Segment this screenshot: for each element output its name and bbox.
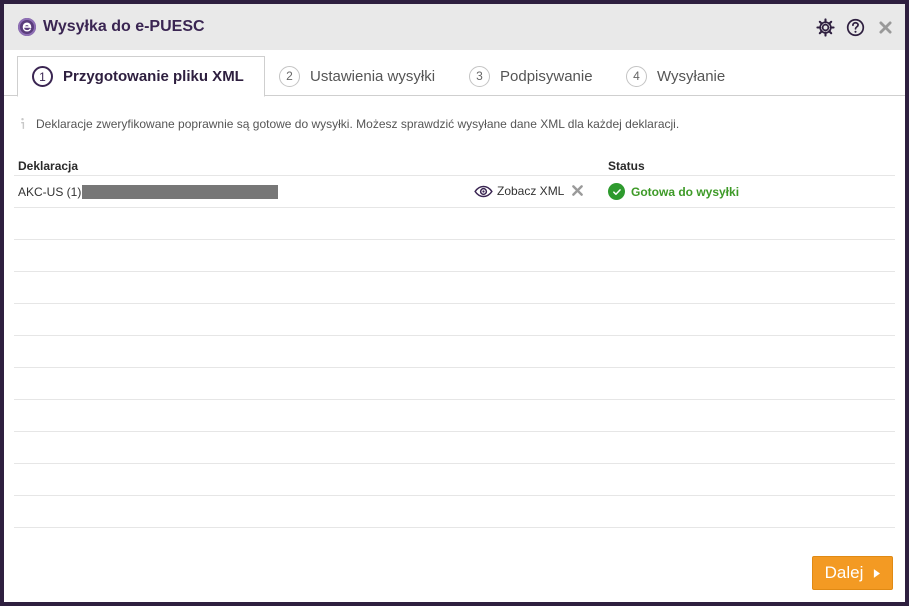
tab-label: Podpisywanie — [500, 67, 593, 85]
status-cell: Gotowa do wysyłki — [608, 183, 739, 200]
empty-row — [14, 304, 895, 336]
step-number: 3 — [469, 65, 490, 87]
step-number: 2 — [279, 65, 300, 87]
step-number: 1 — [32, 66, 53, 87]
empty-row — [14, 336, 895, 368]
column-header-declaration: Deklaracja — [18, 159, 79, 173]
next-button-label: Dalej — [824, 563, 864, 582]
tab-label: Przygotowanie pliku XML — [63, 68, 244, 85]
empty-row — [14, 432, 895, 464]
view-xml-label: Zobacz XML — [497, 184, 565, 198]
declarations-table: Deklaracja Status AKC-US (1) Zobacz XML … — [14, 154, 895, 528]
empty-row — [14, 240, 895, 272]
close-icon[interactable] — [875, 17, 895, 37]
empty-row — [14, 400, 895, 432]
tab-send-settings[interactable]: 2 Ustawienia wysyłki — [279, 56, 435, 96]
declaration-name: AKC-US (1) — [18, 185, 82, 199]
empty-row — [14, 464, 895, 496]
settings-gear-icon[interactable] — [815, 17, 835, 37]
wizard-tabs: 1 Przygotowanie pliku XML 2 Ustawienia w… — [4, 50, 905, 97]
caret-right-icon — [874, 568, 881, 578]
help-icon[interactable] — [845, 17, 865, 37]
tab-label: Ustawienia wysyłki — [310, 67, 436, 85]
tab-signing[interactable]: 3 Podpisywanie — [469, 56, 593, 96]
step-number: 4 — [626, 65, 647, 87]
tab-sending[interactable]: 4 Wysyłanie — [626, 56, 725, 96]
remove-declaration-icon[interactable] — [572, 185, 583, 199]
empty-row — [14, 208, 895, 240]
redacted-text — [82, 185, 279, 199]
info-message: Deklaracje zweryfikowane poprawnie są go… — [18, 116, 679, 132]
tab-xml-preparation[interactable]: 1 Przygotowanie pliku XML — [17, 56, 265, 97]
epuesc-logo-icon — [18, 18, 36, 36]
empty-row — [14, 368, 895, 400]
check-circle-icon — [608, 183, 625, 200]
dialog-window: Wysyłka do e-PUESC 1 Przygotowanie pliku… — [0, 0, 909, 606]
status-text: Gotowa do wysyłki — [631, 184, 740, 199]
tab-label: Wysyłanie — [657, 67, 726, 85]
next-button[interactable]: Dalej — [812, 556, 893, 590]
info-icon — [18, 116, 26, 132]
table-header: Deklaracja Status — [14, 154, 895, 176]
eye-icon — [474, 185, 493, 197]
titlebar: Wysyłka do e-PUESC — [4, 4, 905, 50]
dialog-title: Wysyłka do e-PUESC — [43, 18, 205, 35]
view-xml-link[interactable]: Zobacz XML — [474, 184, 564, 198]
table-row[interactable]: AKC-US (1) Zobacz XML Gotowa do wysyłki — [14, 176, 895, 208]
empty-row — [14, 496, 895, 528]
column-header-status: Status — [608, 159, 645, 173]
empty-row — [14, 272, 895, 304]
info-text: Deklaracje zweryfikowane poprawnie są go… — [36, 117, 680, 131]
declaration-cell: AKC-US (1) — [18, 185, 279, 199]
